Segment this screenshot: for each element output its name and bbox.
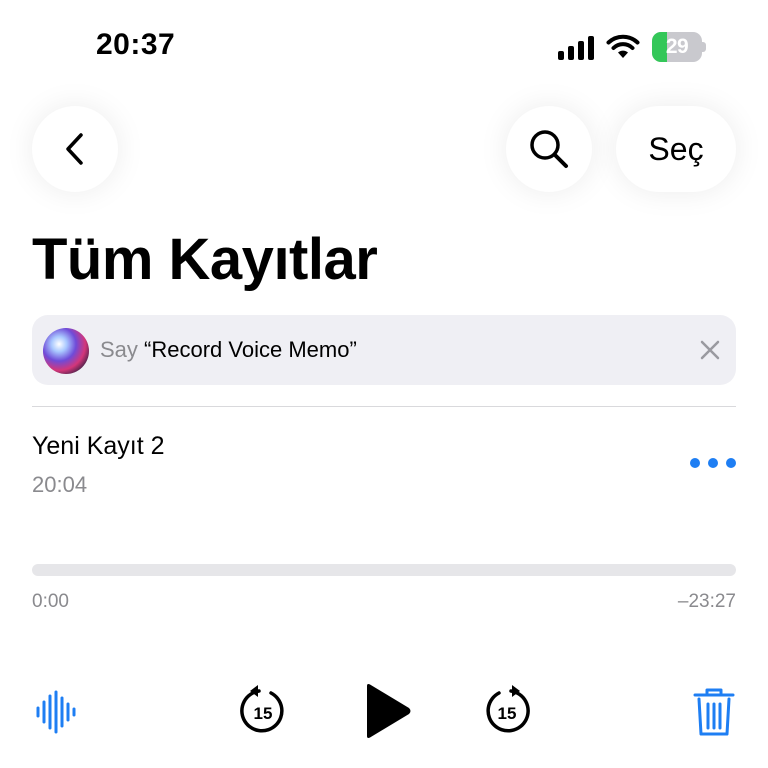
status-icons: 29 — [558, 30, 706, 64]
divider — [32, 406, 736, 407]
playback-scrubber[interactable] — [32, 564, 736, 576]
select-button-label: Seç — [648, 130, 704, 167]
waveform-icon — [36, 690, 76, 734]
search-button[interactable] — [506, 106, 592, 192]
cellular-signal-icon — [558, 34, 594, 60]
skip-back-label: 15 — [254, 704, 273, 723]
ellipsis-icon — [726, 458, 736, 468]
select-button[interactable]: Seç — [616, 106, 736, 192]
skip-back-15-button[interactable]: 15 — [236, 684, 290, 738]
play-button[interactable] — [356, 680, 418, 742]
waveform-button[interactable] — [32, 688, 80, 736]
siri-icon — [43, 328, 89, 374]
ellipsis-icon — [690, 458, 700, 468]
battery-percent: 29 — [665, 35, 689, 58]
skip-forward-label: 15 — [498, 704, 517, 723]
back-button[interactable] — [32, 106, 118, 192]
wifi-icon — [606, 34, 640, 58]
battery-charging-icon: 29 — [652, 32, 706, 62]
status-bar: 20:37 29 — [0, 0, 768, 96]
skip-back-15-icon: 15 — [240, 685, 284, 733]
trash-icon — [693, 688, 735, 736]
siri-suggestion-card[interactable]: Say “Record Voice Memo” — [32, 315, 736, 385]
chevron-left-icon — [66, 133, 83, 165]
recording-time: 20:04 — [32, 472, 88, 497]
siri-phrase: “Record Voice Memo” — [144, 337, 357, 362]
delete-button[interactable] — [690, 686, 738, 738]
more-options-button[interactable] — [690, 452, 736, 474]
siri-suggestion-text: Say “Record Voice Memo” — [100, 337, 357, 363]
status-time: 20:37 — [96, 28, 176, 61]
elapsed-time: 0:00 — [32, 591, 69, 612]
siri-say-label: Say — [100, 337, 138, 362]
page-title: Tüm Kayıtlar — [32, 227, 378, 292]
skip-forward-15-button[interactable]: 15 — [480, 684, 534, 738]
remaining-time: –23:27 — [677, 591, 736, 612]
play-icon — [367, 684, 411, 738]
skip-forward-15-icon: 15 — [486, 685, 530, 733]
recording-title[interactable]: Yeni Kayıt 2 — [32, 432, 165, 461]
search-icon — [530, 130, 568, 168]
close-icon[interactable] — [696, 336, 724, 364]
ellipsis-icon — [708, 458, 718, 468]
